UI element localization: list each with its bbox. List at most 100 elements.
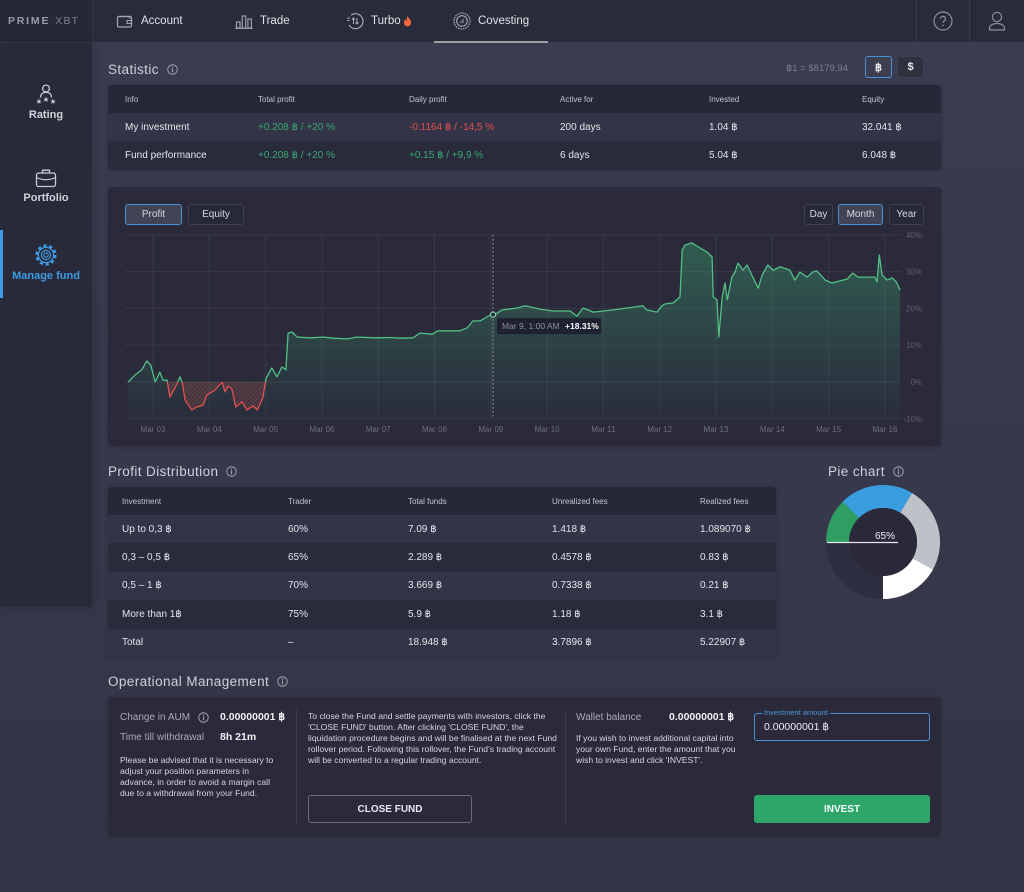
help-button[interactable] xyxy=(916,0,969,42)
time-till-withdrawal-value: 8h 21m xyxy=(220,731,257,743)
close-fund-button[interactable]: CLOSE FUND xyxy=(308,795,472,823)
column-header: Invested xyxy=(709,94,740,104)
cell-trader: 65% xyxy=(288,552,309,564)
column-header: Total profit xyxy=(258,94,295,104)
x-tick-label: Mar 07 xyxy=(366,425,391,434)
x-tick-label: Mar 03 xyxy=(141,425,166,434)
change-in-aum-text: Change in AUM xyxy=(120,711,191,723)
sidebar-item-portfolio[interactable]: Portfolio xyxy=(0,167,92,204)
investment-amount-field[interactable]: Investment amount xyxy=(754,708,930,741)
y-tick-label: 20% xyxy=(906,304,922,313)
table-row: My investment +0.208 ฿ / +20 % -0.1164 ฿… xyxy=(108,113,941,141)
column-header: Realized fees xyxy=(700,496,749,506)
profile-button[interactable] xyxy=(970,0,1023,42)
cell-realized-fees: 0.83 ฿ xyxy=(700,552,729,564)
gear-icon xyxy=(34,243,58,267)
profit-chart[interactable]: -10% 0% 10% 20% 30% 40% Mar 03 Mar 04 Mar 05 Mar … xyxy=(108,187,941,446)
x-tick-label: Mar 15 xyxy=(816,425,841,434)
tab-covesting[interactable]: Covesting xyxy=(433,0,549,43)
column-header: Total funds xyxy=(408,496,447,506)
turbo-icon xyxy=(346,12,364,30)
statistic-title: Statistic xyxy=(108,61,178,77)
change-in-aum-value: 0.00000001 ฿ xyxy=(220,711,286,723)
tab-covesting-label: Covesting xyxy=(478,15,530,27)
cell-unrealized-fees: 3.7896 ฿ xyxy=(552,637,592,649)
pie-chart: 65% xyxy=(826,485,940,599)
chart-type-profit-button[interactable]: Profit xyxy=(125,204,182,225)
cell-active-for: 6 days xyxy=(560,150,590,161)
pie-chart-title: Pie chart xyxy=(828,463,904,479)
cell-total-profit: +0.208 ฿ / +20 % xyxy=(258,150,335,161)
cell-total-funds: 18.948 ฿ xyxy=(408,637,448,649)
cell-realized-fees: 1.089070 ฿ xyxy=(700,523,751,535)
range-month-button[interactable]: Month xyxy=(838,204,883,225)
cell-investment: Up to 0,3 ฿ xyxy=(122,523,172,535)
cell-unrealized-fees: 0.4578 ฿ xyxy=(552,552,592,564)
y-tick-label: 30% xyxy=(906,268,922,277)
column-header: Investment xyxy=(122,496,162,506)
fire-icon xyxy=(403,15,412,27)
cell-invested: 5.04 ฿ xyxy=(709,150,738,161)
info-icon[interactable] xyxy=(277,675,288,687)
cell-daily-profit: +0.15 ฿ / +9,9 % xyxy=(409,150,484,161)
tab-turbo-label: Turbo xyxy=(371,15,401,27)
time-till-withdrawal-label: Time till withdrawal xyxy=(120,731,205,743)
tab-account[interactable]: Account xyxy=(116,0,183,42)
cell-unrealized-fees: 1.18 ฿ xyxy=(552,608,581,620)
cell-trader: 70% xyxy=(288,580,309,592)
help-icon xyxy=(932,11,953,31)
cell-info: My investment xyxy=(125,121,190,133)
cell-invested: 1.04 ฿ xyxy=(709,121,738,133)
column-header: Active for xyxy=(560,94,594,104)
tab-trade[interactable]: Trade xyxy=(235,0,290,42)
logo[interactable]: PRIME XBT xyxy=(0,0,93,42)
y-tick-label: 10% xyxy=(906,341,922,350)
column-header: Trader xyxy=(288,496,312,506)
cell-equity: 32.041 ฿ xyxy=(862,121,902,133)
range-year-button[interactable]: Year xyxy=(889,204,924,225)
info-icon[interactable] xyxy=(893,465,904,477)
table-header-row: Info Total profit Daily profit Active fo… xyxy=(108,85,941,113)
range-day-button[interactable]: Day xyxy=(804,204,833,225)
top-nav: PRIME XBT Account Trade Turbo Covesting xyxy=(0,0,1024,43)
table-row: More than 1฿ 75% 5.9 ฿ 1.18 ฿ 3.1 ฿ xyxy=(108,600,776,629)
cell-total-funds: 2.289 ฿ xyxy=(408,552,443,564)
cell-investment: Total xyxy=(122,637,144,649)
x-tick-label: Mar 09 xyxy=(478,425,503,434)
sidebar-item-rating[interactable]: Rating xyxy=(0,84,92,121)
profit-chart-panel: -10% 0% 10% 20% 30% 40% Mar 03 Mar 04 Mar 05 Mar … xyxy=(108,187,941,446)
logo-prime: PRIME xyxy=(8,15,51,27)
cell-investment: 0,3 – 0,5 ฿ xyxy=(122,552,171,564)
sidebar: Rating Portfolio Manage fund xyxy=(0,43,92,607)
currency-btc-button[interactable]: ฿ xyxy=(865,56,892,78)
tab-turbo[interactable]: Turbo xyxy=(346,0,412,42)
y-tick-label: -10% xyxy=(903,415,922,424)
cell-investment: More than 1฿ xyxy=(122,608,182,620)
covesting-icon xyxy=(453,12,471,30)
table-header-row: Investment Trader Total funds Unrealized… xyxy=(108,487,776,515)
info-icon[interactable] xyxy=(226,465,238,477)
withdrawal-advice-text: Please be advised that it is necessary t… xyxy=(120,755,274,798)
wallet-icon xyxy=(116,13,134,29)
x-tick-label: Mar 11 xyxy=(591,425,616,434)
cell-equity: 6.048 ฿ xyxy=(862,150,897,161)
close-fund-text: To close the Fund and settle payments wi… xyxy=(308,711,557,765)
cell-info: Fund performance xyxy=(125,150,207,161)
currency-usd-button[interactable]: $ xyxy=(897,56,924,78)
investment-amount-input[interactable] xyxy=(764,714,914,740)
table-total-row: Total – 18.948 ฿ 3.7896 ฿ 5.22907 ฿ xyxy=(108,628,776,657)
column-header: Equity xyxy=(862,94,885,104)
tooltip-value: +18.31% xyxy=(565,321,599,331)
sidebar-item-manage-fund[interactable]: Manage fund xyxy=(0,230,92,298)
profit-distribution-table: Investment Trader Total funds Unrealized… xyxy=(108,487,776,657)
x-tick-label: Mar 10 xyxy=(535,425,560,434)
sidebar-item-label: Portfolio xyxy=(23,192,69,204)
chart-type-equity-button[interactable]: Equity xyxy=(188,204,244,225)
info-icon[interactable] xyxy=(167,63,178,75)
invest-instructions-text: If you wish to invest additional capital… xyxy=(576,733,736,765)
invest-button[interactable]: INVEST xyxy=(754,795,930,823)
wallet-balance-value: 0.00000001 ฿ xyxy=(669,711,735,723)
wallet-balance-label: Wallet balance xyxy=(576,711,642,723)
column-header: Info xyxy=(125,94,139,104)
info-icon[interactable] xyxy=(198,711,209,723)
